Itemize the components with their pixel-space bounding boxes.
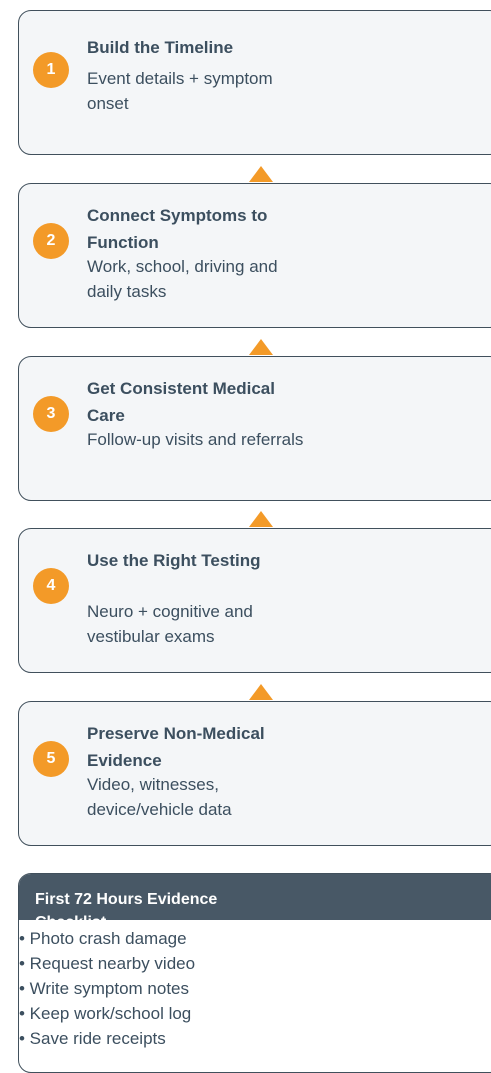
- up-arrow-icon: [249, 511, 273, 527]
- step-number-badge: 3: [33, 396, 69, 432]
- step-card-1: 1 Build the Timeline Event details + sym…: [18, 10, 491, 155]
- step-description: Work, school, driving and daily tasks: [87, 257, 278, 301]
- step-description: Neuro + cognitive and vestibular exams: [87, 602, 253, 646]
- step-title: Connect Symptoms to Function: [87, 206, 268, 252]
- step-description: Follow-up visits and referrals: [87, 430, 304, 449]
- step-number-badge: 4: [33, 568, 69, 604]
- list-item: • Request nearby video: [19, 954, 196, 973]
- step-number-badge: 2: [33, 223, 69, 259]
- up-arrow-icon: [249, 684, 273, 700]
- list-item: • Photo crash damage: [19, 929, 187, 948]
- step-description: Event details + symptom onset: [87, 69, 273, 113]
- step-description: Video, witnesses, device/vehicle data: [87, 775, 232, 819]
- list-item: • Write symptom notes: [19, 979, 190, 998]
- step-title: Build the Timeline: [87, 38, 234, 57]
- list-item: • Keep work/school log: [19, 1004, 192, 1023]
- step-title: Use the Right Testing: [87, 551, 261, 570]
- up-arrow-icon: [249, 339, 273, 355]
- step-number-badge: 5: [33, 741, 69, 777]
- step-title: Preserve Non-Medical Evidence: [87, 724, 265, 770]
- step-card-5: 5 Preserve Non-Medical Evidence Video, w…: [18, 701, 491, 846]
- step-number-badge: 1: [33, 52, 69, 88]
- checklist-header: First 72 Hours Evidence Checklist: [19, 874, 491, 920]
- list-item: • Save ride receipts: [19, 1029, 166, 1048]
- step-card-2: 2 Connect Symptoms to Function Work, sch…: [18, 183, 491, 328]
- evidence-checklist: First 72 Hours Evidence Checklist • Phot…: [18, 873, 491, 1073]
- up-arrow-icon: [249, 166, 273, 182]
- step-title: Get Consistent Medical Care: [87, 379, 275, 425]
- step-card-4: 4 Use the Right Testing Neuro + cognitiv…: [18, 528, 491, 673]
- checklist-items: • Photo crash damage • Request nearby vi…: [19, 926, 195, 1051]
- step-card-3: 3 Get Consistent Medical Care Follow-up …: [18, 356, 491, 501]
- checklist-title: First 72 Hours Evidence Checklist: [35, 891, 218, 920]
